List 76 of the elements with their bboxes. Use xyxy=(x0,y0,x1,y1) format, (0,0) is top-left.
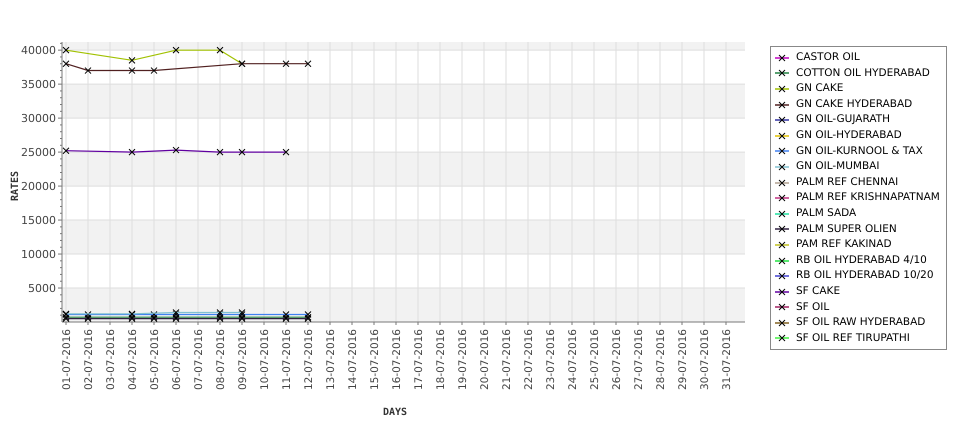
data-point xyxy=(238,148,246,156)
legend-label: SF OIL RAW HYDERABAD xyxy=(796,315,926,330)
x-tick-label: 20-07-2016 xyxy=(479,329,491,390)
x-tick-label: 26-07-2016 xyxy=(611,329,623,390)
data-point xyxy=(62,60,70,68)
legend-label: COTTON OIL HYDERABAD xyxy=(796,66,930,81)
legend-label: GN OIL-HYDERABAD xyxy=(796,128,902,143)
x-tick-label: 17-07-2016 xyxy=(413,329,425,390)
legend-label: PALM SUPER OLIEN xyxy=(796,222,897,237)
y-tick-label: 35000 xyxy=(21,78,56,92)
x-tick-label: 22-07-2016 xyxy=(523,329,535,390)
x-tick-label: 13-07-2016 xyxy=(325,329,337,390)
x-tick-label: 28-07-2016 xyxy=(655,329,667,390)
legend-label: PALM SADA xyxy=(796,206,856,221)
x-tick-label: 11-07-2016 xyxy=(281,329,293,390)
legend-label: GN OIL-GUJARATH xyxy=(796,112,890,128)
x-tick-label: 02-07-2016 xyxy=(83,329,95,390)
y-tick-label: 10000 xyxy=(21,248,56,262)
y-tick-label: 25000 xyxy=(21,146,56,160)
x-tick-label: 01-07-2016 xyxy=(61,329,73,390)
x-tick-label: 19-07-2016 xyxy=(457,329,469,390)
legend-label: GN OIL-KURNOOL & TAX xyxy=(796,144,923,159)
x-tick-label: 09-07-2016 xyxy=(237,329,249,390)
x-tick-label: 10-07-2016 xyxy=(259,329,271,390)
legend-label: SF CAKE xyxy=(796,284,840,299)
x-tick-label: 05-07-2016 xyxy=(149,329,161,390)
y-axis-title: RATES xyxy=(10,170,21,202)
data-point xyxy=(216,46,224,54)
x-tick-label: 18-07-2016 xyxy=(435,329,447,390)
data-point xyxy=(150,67,158,74)
data-point xyxy=(62,46,70,54)
data-point xyxy=(172,146,180,154)
x-tick-label: 14-07-2016 xyxy=(347,329,359,390)
legend-label: PALM REF CHENNAI xyxy=(796,174,898,190)
x-tick-label: 07-07-2016 xyxy=(193,329,205,390)
x-tick-label: 24-07-2016 xyxy=(567,329,579,390)
x-tick-label: 15-07-2016 xyxy=(369,329,381,390)
x-tick-label: 08-07-2016 xyxy=(215,329,227,390)
data-point xyxy=(282,148,290,156)
x-tick-label: 23-07-2016 xyxy=(545,329,557,390)
x-tick-label: 31-07-2016 xyxy=(721,329,733,390)
legend-label: GN CAKE HYDERABAD xyxy=(796,96,912,112)
y-tick-label: 20000 xyxy=(21,180,56,194)
data-point xyxy=(84,67,92,74)
x-tick-label: 16-07-2016 xyxy=(391,329,403,390)
data-point xyxy=(128,67,136,74)
x-tick-label: 12-07-2016 xyxy=(303,329,315,390)
data-point xyxy=(128,56,136,64)
y-tick-label: 30000 xyxy=(21,112,56,126)
data-point xyxy=(128,148,136,156)
data-point xyxy=(304,60,312,68)
legend-label: PAM REF KAKINAD xyxy=(796,237,892,252)
data-point xyxy=(216,148,224,156)
data-point xyxy=(282,60,290,68)
data-point xyxy=(172,46,180,54)
y-tick-label: 5000 xyxy=(28,282,56,296)
x-axis-title: DAYS xyxy=(382,407,408,418)
x-tick-label: 30-07-2016 xyxy=(699,329,711,390)
legend-label: SF OIL REF TIRUPATHI xyxy=(796,330,910,346)
x-tick-label: 25-07-2016 xyxy=(589,329,601,390)
y-tick-label: 15000 xyxy=(21,214,56,228)
legend-label: PALM REF KRISHNAPATNAM xyxy=(796,190,940,206)
y-tick-label: 40000 xyxy=(21,44,56,58)
x-tick-label: 03-07-2016 xyxy=(105,329,117,390)
legend-label: RB OIL HYDERABAD 4/10 xyxy=(796,252,927,268)
x-tick-label: 04-07-2016 xyxy=(127,329,139,390)
legend-label: GN OIL-MUMBAI xyxy=(796,159,880,174)
legend-label: GN CAKE xyxy=(796,81,844,96)
legend-label: SF OIL xyxy=(796,300,830,314)
legend-label: RB OIL HYDERABAD 10/20 xyxy=(796,268,934,284)
legend-label: CASTOR OIL xyxy=(796,50,860,65)
x-tick-label: 21-07-2016 xyxy=(501,329,513,390)
x-tick-label: 29-07-2016 xyxy=(677,329,689,390)
x-tick-label: 06-07-2016 xyxy=(171,329,183,390)
x-tick-label: 27-07-2016 xyxy=(633,329,645,390)
data-point xyxy=(62,147,70,154)
